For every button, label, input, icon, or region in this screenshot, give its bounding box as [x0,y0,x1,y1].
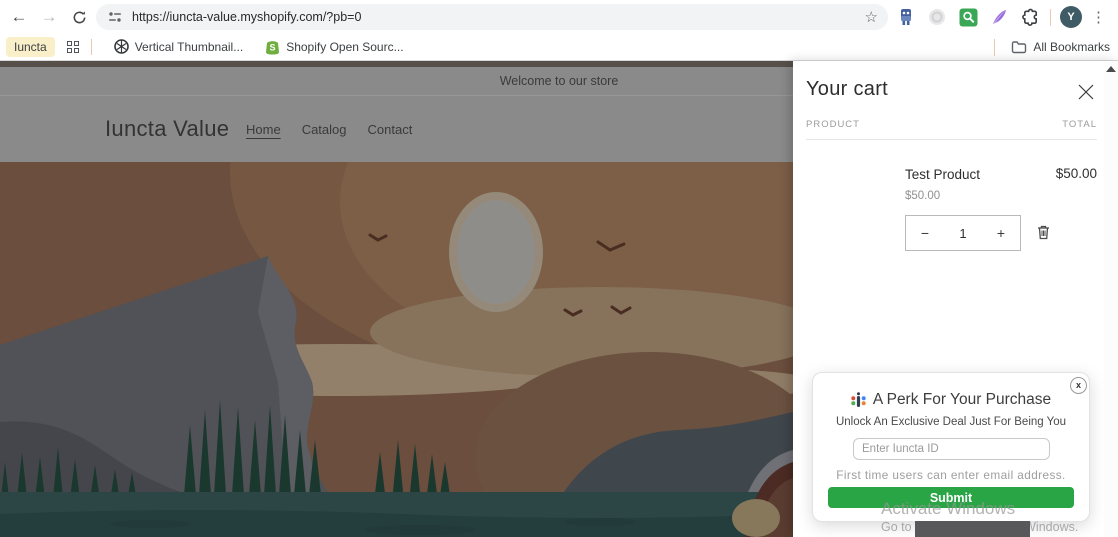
cart-close-button[interactable] [1076,82,1096,102]
bookmark-label: Vertical Thumbnail... [135,40,244,54]
cart-item-unit-price: $50.00 [905,190,940,202]
forward-button[interactable]: → [36,4,62,30]
store-logo-text[interactable]: Iuncta Value [105,116,229,142]
scroll-up-arrow-icon[interactable] [1106,66,1116,72]
bookmark-favicon-wheel-icon [114,39,129,54]
cart-column-headers: PRODUCT TOTAL [806,119,1097,130]
announcement-text: Welcome to our store [500,74,619,88]
extension-disabled-icon[interactable] [926,6,948,28]
cart-divider [806,139,1097,140]
back-button[interactable]: ← [6,4,32,30]
quantity-stepper: − + [905,215,1021,251]
url-text[interactable]: https://iuncta-value.myshopify.com/?pb=0 [132,10,857,24]
nav-link-contact[interactable]: Contact [368,122,413,137]
browser-toolbar: ← → https://iuncta-value.myshopify.com/?… [0,0,1118,33]
extension-feather-icon[interactable] [988,6,1010,28]
extensions-row: Y ⋮ [895,5,1105,29]
folder-icon [1011,40,1027,54]
site-settings-icon[interactable] [106,10,124,24]
perk-close-button[interactable]: x [1070,377,1087,394]
bookmarks-separator [994,39,995,56]
toolbar-separator [1050,9,1051,26]
remove-item-button[interactable] [1036,224,1054,242]
bookmark-item-vertical-thumbnail[interactable]: Vertical Thumbnail... [114,39,244,54]
all-bookmarks-button[interactable]: All Bookmarks [994,33,1110,61]
bookmarks-separator [91,39,92,55]
perk-note: First time users can enter email address… [812,468,1090,482]
iuncta-id-input[interactable] [853,438,1050,460]
perk-title: A Perk For Your Purchase [873,391,1051,409]
quantity-decrease-button[interactable]: − [906,225,944,241]
cart-item-total: $50.00 [897,166,1097,181]
browser-menu-button[interactable]: ⋮ [1091,8,1105,26]
apps-grid-icon[interactable] [67,41,79,53]
perk-subtitle: Unlock An Exclusive Deal Just For Being … [812,416,1090,428]
bookmark-item-shopify[interactable]: S Shopify Open Sourc... [265,39,403,55]
svg-text:S: S [270,42,276,52]
extension-medal-icon[interactable] [895,6,917,28]
hero-banner-image [0,162,793,537]
profile-avatar[interactable]: Y [1060,6,1082,28]
extension-search-icon[interactable] [957,6,979,28]
iuncta-logo-icon [851,392,866,408]
nav-link-catalog[interactable]: Catalog [302,122,347,137]
reload-button[interactable] [66,4,92,30]
quantity-input[interactable] [944,226,982,241]
quantity-increase-button[interactable]: + [982,225,1020,241]
dark-overlay-rect [915,521,1030,537]
bookmarks-bar: Iuncta Vertical Thumbnail... S Shopify O… [0,33,1118,61]
activate-windows-watermark: Activate Windows [881,499,1015,519]
close-icon [1076,82,1096,102]
bookmark-star-icon[interactable]: ☆ [865,8,878,26]
bookmark-label: Shopify Open Sourc... [286,40,403,54]
product-column-label: PRODUCT [806,119,860,130]
bookmark-favicon-shopify-icon: S [265,39,280,55]
main-nav: Home Catalog Contact [246,122,412,137]
perk-title-row: A Perk For Your Purchase [812,391,1090,409]
bookmark-chip-iuncta[interactable]: Iuncta [6,37,55,57]
address-bar[interactable]: https://iuncta-value.myshopify.com/?pb=0… [96,4,888,30]
cart-title: Your cart [806,78,888,101]
total-column-label: TOTAL [1062,119,1097,130]
trash-icon [1036,224,1051,240]
extensions-puzzle-icon[interactable] [1019,6,1041,28]
reload-icon [72,10,87,25]
nav-link-home[interactable]: Home [246,122,281,137]
all-bookmarks-label: All Bookmarks [1033,40,1110,54]
drawer-scrollbar[interactable] [1104,61,1118,537]
